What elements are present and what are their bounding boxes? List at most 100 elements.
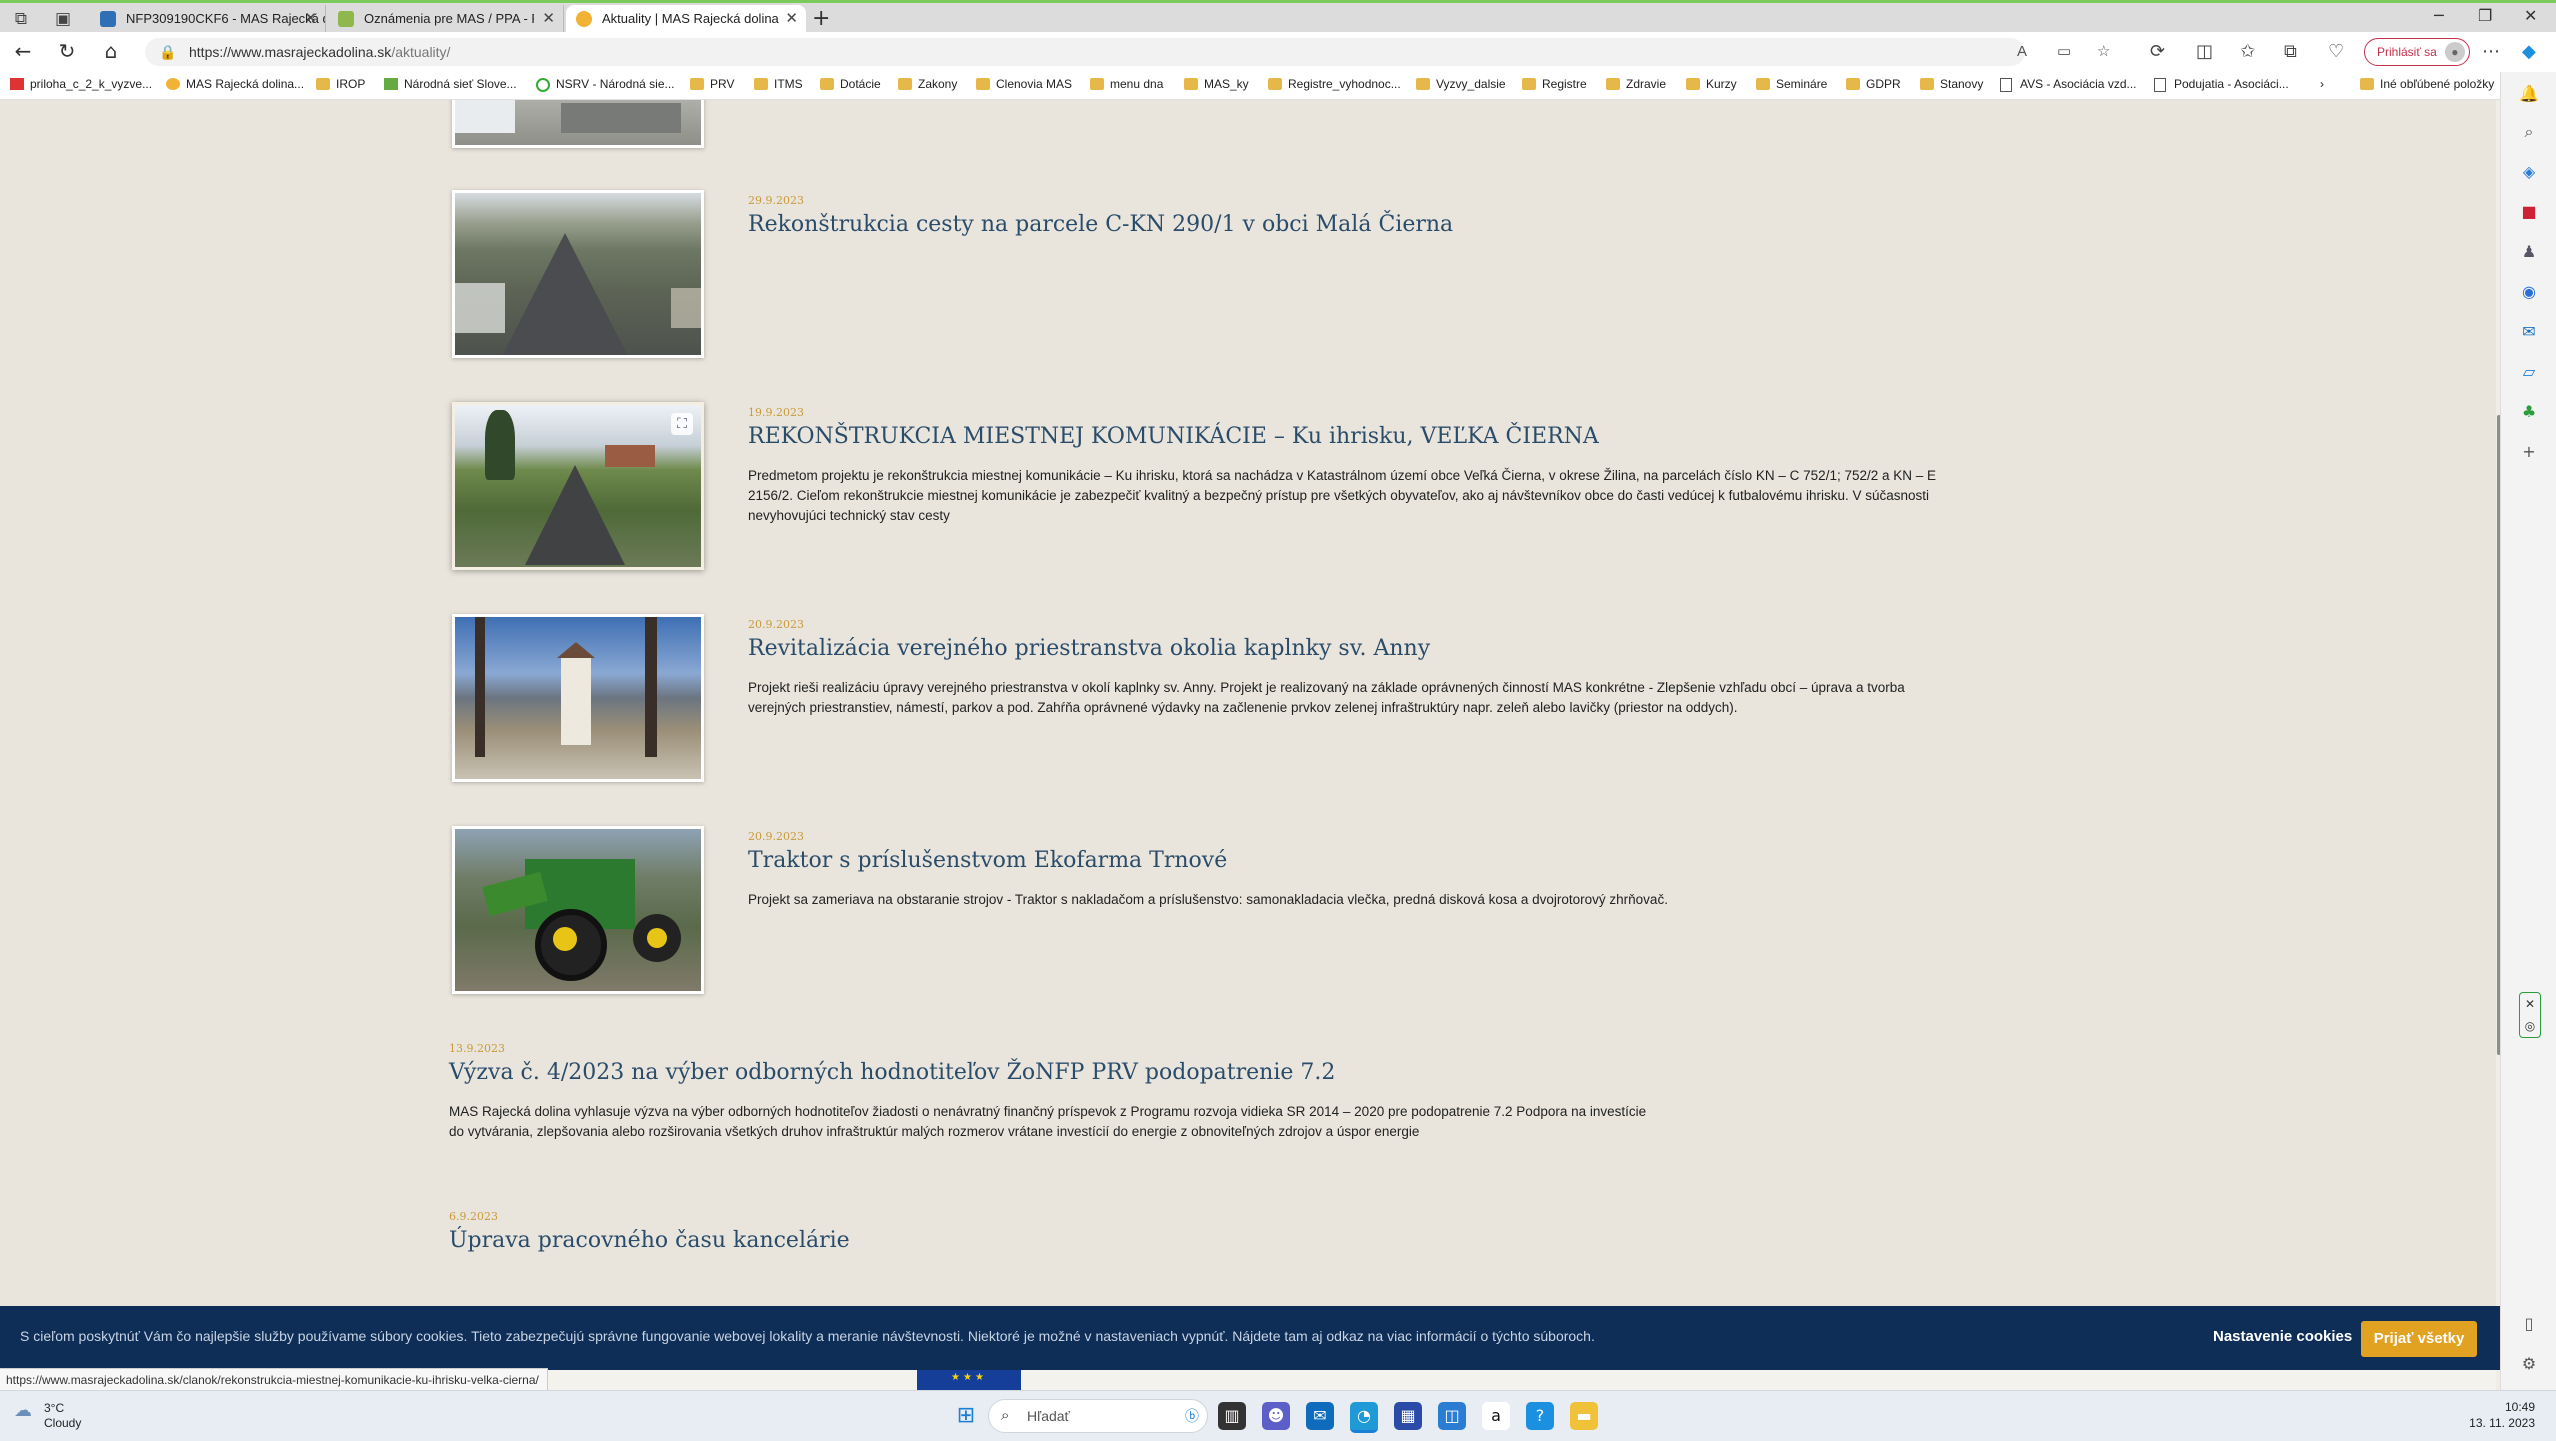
article-thumbnail[interactable] — [452, 190, 704, 358]
floating-widget-icon[interactable]: ✕ ◎ — [2519, 992, 2541, 1038]
article-title[interactable]: Úprava pracovného času kancelárie — [449, 1228, 850, 1253]
sidebar-layout-icon[interactable]: ▯ — [2519, 1314, 2539, 1334]
bookmark-item[interactable]: MAS Rajecká dolina... — [166, 77, 304, 91]
bookmark-item[interactable]: Registre_vyhodnoc... — [1268, 77, 1401, 91]
restore-icon[interactable]: ❐ — [2478, 6, 2492, 25]
bookmark-item[interactable]: priloha_c_2_k_vyzve... — [10, 77, 152, 91]
immersive-reader-icon[interactable]: ▭ — [2057, 38, 2071, 66]
shopping-icon[interactable]: ◈ — [2519, 162, 2539, 182]
notification-icon[interactable]: 🔔 — [2519, 84, 2539, 104]
bookmark-item[interactable]: Clenovia MAS — [976, 77, 1072, 91]
outlook-icon[interactable]: ✉ — [2519, 322, 2539, 342]
settings-gear-icon[interactable]: ⚙ — [2519, 1354, 2539, 1374]
copilot-icon[interactable]: ◆ — [2522, 41, 2536, 62]
bookmark-item[interactable]: Zakony — [898, 77, 957, 91]
sign-in-button[interactable]: Prihlásiť sa ● — [2364, 38, 2470, 66]
refresh-icon[interactable]: ↻ — [54, 39, 80, 63]
tab-ppa[interactable]: Oznámenia pre MAS / PPA - Pôdohospodársk… — [328, 5, 564, 33]
edge-app-icon[interactable]: ◔ — [1350, 1402, 1378, 1433]
system-clock[interactable]: 10:49 13. 11. 2023 — [2455, 1399, 2535, 1431]
help-icon[interactable]: ? — [1526, 1402, 1554, 1430]
article-thumbnail[interactable] — [452, 826, 704, 994]
weather-widget[interactable]: ☁ 3°C Cloudy — [14, 1401, 81, 1431]
games-icon[interactable]: ♟ — [2519, 242, 2539, 262]
edge-sidebar: 🔔 ⌕ ◈ ■ ♟ ◉ ✉ ▱ ♣ + ✕ ◎ ▯ ⚙ — [2500, 72, 2556, 1392]
more-menu-icon[interactable]: ⋯ — [2482, 41, 2500, 62]
amazon-icon[interactable]: a — [1482, 1402, 1510, 1430]
address-toolbar: ← ↻ ⌂ 🔒 https://www.masrajeckadolina.sk/… — [0, 32, 2556, 72]
article-thumbnail[interactable]: ⛶ — [452, 402, 704, 570]
lock-icon[interactable]: 🔒 — [159, 38, 176, 66]
bookmark-item[interactable]: NSRV - Národná sie... — [536, 77, 675, 92]
bookmark-item[interactable]: GDPR — [1846, 77, 1901, 91]
bookmark-item[interactable]: Vyzvy_dalsie — [1416, 77, 1506, 91]
start-icon[interactable]: ⊞ — [952, 1402, 980, 1430]
workspaces-icon[interactable]: ⧉ — [10, 8, 32, 30]
bookmark-item[interactable]: Zdravie — [1606, 77, 1666, 91]
visual-search-icon[interactable]: ⛶ — [671, 413, 693, 435]
bookmark-item[interactable]: Podujatia - Asociáci... — [2154, 77, 2289, 92]
accept-all-button[interactable]: Prijať všetky — [2361, 1321, 2477, 1357]
article-title[interactable]: Revitalizácia verejného priestranstva ok… — [748, 636, 1430, 661]
drop-icon[interactable]: ▱ — [2519, 362, 2539, 382]
close-tab-icon[interactable]: ✕ — [785, 5, 798, 33]
collections-icon[interactable]: ⧉ — [2284, 41, 2297, 62]
bookmark-item[interactable]: Dotácie — [820, 77, 881, 91]
bookmark-item[interactable]: MAS_ky — [1184, 77, 1249, 91]
article-thumbnail[interactable] — [452, 100, 704, 148]
other-favorites[interactable]: Iné obľúbené položky — [2360, 77, 2494, 91]
taskbar-search[interactable]: ⌕ Hľadať ⓑ — [988, 1399, 1208, 1433]
outlook-app-icon[interactable]: ✉ — [1306, 1402, 1334, 1430]
cookie-settings-link[interactable]: Nastavenie cookies — [2213, 1328, 2352, 1345]
tree-icon[interactable]: ♣ — [2519, 402, 2539, 422]
article-title[interactable]: Traktor s príslušenstvom Ekofarma Trnové — [748, 848, 1227, 873]
favorite-star-icon[interactable]: ☆ — [2097, 38, 2110, 66]
back-icon[interactable]: ← — [10, 39, 36, 63]
bookmark-item[interactable]: Registre — [1522, 77, 1587, 91]
split-screen-icon[interactable]: ◫ — [2196, 41, 2213, 62]
close-tab-icon[interactable]: ✕ — [542, 5, 555, 33]
article-title[interactable]: REKONŠTRUKCIA MIESTNEJ KOMUNIKÁCIE – Ku … — [748, 424, 1599, 449]
article-date: 20.9.2023 — [748, 618, 804, 631]
article-thumbnail[interactable] — [452, 614, 704, 782]
tab-nfp[interactable]: NFP309190CKF6 - MAS Rajecká dolina ✕ — [90, 5, 326, 33]
home-icon[interactable]: ⌂ — [98, 39, 124, 63]
minimize-icon[interactable]: ─ — [2434, 6, 2444, 25]
bookmark-label: IROP — [336, 77, 366, 91]
new-tab-icon[interactable]: + — [812, 6, 830, 31]
extensions-refresh-icon[interactable]: ⟳ — [2150, 41, 2165, 62]
close-tab-icon[interactable]: ✕ — [304, 5, 317, 33]
store-icon[interactable]: ▦ — [1394, 1402, 1422, 1430]
address-bar[interactable]: 🔒 https://www.masrajeckadolina.sk/aktual… — [145, 38, 2110, 66]
browser-essentials-icon[interactable]: ♡ — [2328, 41, 2344, 62]
microsoft365-icon[interactable]: ◉ — [2519, 282, 2539, 302]
bookmark-item[interactable]: menu dna — [1090, 77, 1163, 91]
bookmark-item[interactable]: Semináre — [1756, 77, 1827, 91]
close-window-icon[interactable]: ✕ — [2524, 6, 2537, 25]
bookmark-item[interactable]: AVS - Asociácia vzd... — [2000, 77, 2137, 92]
folder-icon — [690, 78, 704, 90]
app-icon[interactable]: ◫ — [1438, 1402, 1466, 1430]
ns-favicon-icon — [384, 78, 398, 90]
windows-taskbar: ☁ 3°C Cloudy ⊞ ⌕ Hľadať ⓑ ▥ ☻ ✉ ◔ ▦ ◫ a … — [0, 1390, 2556, 1441]
bookmark-item[interactable]: Národná sieť Slove... — [384, 77, 517, 91]
bookmark-item[interactable]: PRV — [690, 77, 734, 91]
bookmark-item[interactable]: IROP — [316, 77, 365, 91]
article-title[interactable]: Rekonštrukcia cesty na parcele C-KN 290/… — [748, 212, 1453, 237]
bookmark-label: menu dna — [1110, 77, 1164, 91]
tools-icon[interactable]: ■ — [2519, 202, 2539, 222]
tab-aktuality[interactable]: Aktuality | MAS Rajecká dolina ✕ — [566, 5, 806, 33]
bookmarks-overflow-icon[interactable]: › — [2320, 77, 2324, 91]
bookmark-item[interactable]: Stanovy — [1920, 77, 1983, 91]
article-title[interactable]: Výzva č. 4/2023 na výber odborných hodno… — [449, 1060, 1335, 1085]
bookmark-item[interactable]: Kurzy — [1686, 77, 1737, 91]
add-sidebar-icon[interactable]: + — [2519, 442, 2539, 462]
task-view-icon[interactable]: ▥ — [1218, 1402, 1246, 1430]
read-aloud-icon[interactable]: A — [2017, 38, 2027, 66]
teams-icon[interactable]: ☻ — [1262, 1402, 1290, 1430]
tab-actions-icon[interactable]: ▣ — [52, 8, 74, 30]
favorites-icon[interactable]: ✩ — [2240, 41, 2255, 62]
file-explorer-icon[interactable]: ▬ — [1570, 1402, 1598, 1430]
bookmark-item[interactable]: ITMS — [754, 77, 803, 91]
search-icon[interactable]: ⌕ — [2519, 122, 2539, 142]
